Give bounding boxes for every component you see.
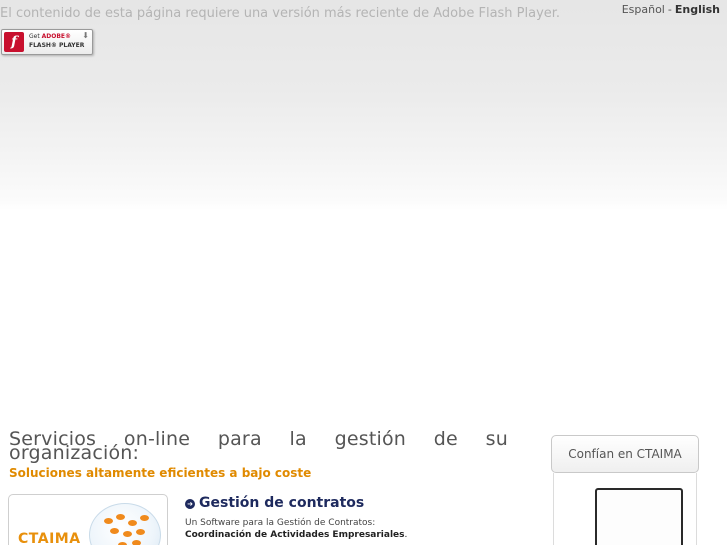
ctaima-logo: CTAIMA [18,531,81,545]
language-separator: - [667,3,672,16]
flash-logo-icon: f [4,32,24,52]
page-subheadline: Soluciones altamente eficientes a bajo c… [9,466,312,480]
fishbowl-image [89,503,161,545]
product-image-card[interactable]: CTAIMA [8,494,168,545]
flash-badge-adobe: ADOBE® [41,33,72,40]
fish-icon [110,528,119,534]
fish-icon [140,515,149,521]
product-description: Un Software para la Gestión de Contratos… [185,518,376,528]
download-arrow-icon: ⬇ [82,31,89,40]
language-switcher: Español - English [622,3,720,16]
flash-badge-line2: FLASH® PLAYER [29,42,85,49]
monitor-icon [595,488,683,545]
page-headline: Servicios on-line para la gestión de su … [9,428,508,464]
fish-icon [132,540,141,545]
flash-badge-line1: Get ADOBE® [29,33,71,40]
product-description-end: . [404,530,408,540]
product-description-bold: Coordinación de Actividades Empresariale… [185,530,405,540]
arrow-bullet-icon: ➜ [185,499,195,509]
fish-icon [116,514,125,520]
fish-icon [136,529,145,535]
fish-icon [128,520,137,526]
language-english-link[interactable]: English [675,3,720,16]
product-title-text: Gestión de contratos [199,495,365,511]
product-title-link[interactable]: ➜ Gestión de contratos [185,495,364,511]
product-description-bold-line: Coordinación de Actividades Empresariale… [185,530,407,540]
fish-icon [123,531,132,537]
flash-required-message: El contenido de esta página requiere una… [0,6,561,21]
language-spanish-link[interactable]: Español [622,3,665,16]
trust-heading-box: Confían en CTAIMA [551,435,699,473]
flash-badge-get: Get [29,33,40,40]
fish-icon [104,518,113,524]
get-flash-player-button[interactable]: f Get ADOBE® FLASH® PLAYER ⬇ [1,29,93,55]
flash-placeholder-area [0,0,727,210]
